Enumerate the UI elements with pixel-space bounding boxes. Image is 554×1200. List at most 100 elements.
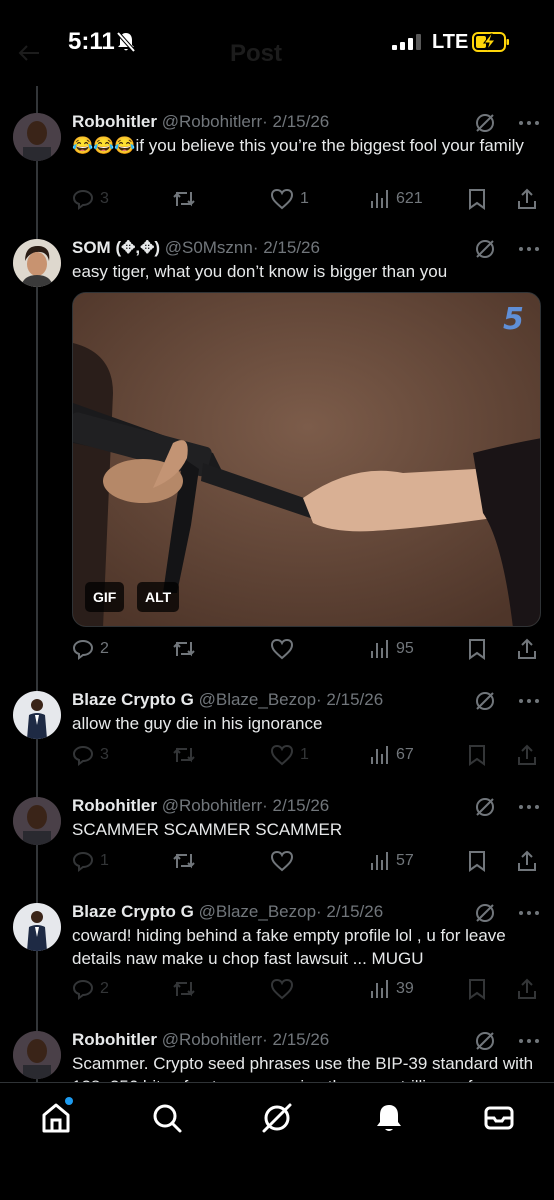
- alt-text-badge[interactable]: ALT: [137, 582, 180, 612]
- repost-icon: [173, 191, 195, 207]
- views-button[interactable]: 621: [370, 186, 423, 212]
- grok-icon[interactable]: [474, 796, 496, 818]
- bookmark-button[interactable]: [468, 976, 486, 1002]
- reply-count: 3: [100, 190, 109, 207]
- heart-icon: [270, 638, 294, 660]
- author-handle[interactable]: @S0Msznn: [165, 238, 253, 257]
- views-button[interactable]: 95: [370, 636, 414, 662]
- author-name[interactable]: SOM (✥,✥): [72, 238, 160, 257]
- home-tab[interactable]: [39, 1097, 73, 1135]
- grok-icon[interactable]: [474, 112, 496, 134]
- reply-button[interactable]: 2: [72, 636, 109, 662]
- author-name[interactable]: Blaze Crypto G: [72, 902, 194, 921]
- like-button[interactable]: [270, 848, 294, 874]
- repost-button[interactable]: [172, 636, 196, 662]
- grok-tab[interactable]: [260, 1101, 294, 1135]
- cell-signal-icon: [392, 34, 421, 50]
- avatar[interactable]: [13, 1031, 61, 1079]
- reply-icon: [72, 189, 94, 210]
- tweet-text: easy tiger, what you don’t know is bigge…: [72, 262, 448, 281]
- author-handle[interactable]: @Blaze_Bezop: [199, 902, 316, 921]
- bookmark-icon: [469, 189, 485, 210]
- share-button[interactable]: [516, 186, 538, 212]
- reply-button[interactable]: 2: [72, 976, 109, 1002]
- grok-icon[interactable]: [474, 690, 496, 712]
- bookmark-icon: [469, 851, 485, 872]
- bookmark-button[interactable]: [468, 848, 486, 874]
- bookmark-button[interactable]: [468, 186, 486, 212]
- avatar[interactable]: [13, 797, 61, 845]
- reply-button[interactable]: 3: [72, 186, 109, 212]
- author-handle[interactable]: @Robohitlerr: [162, 796, 262, 815]
- repost-button[interactable]: [172, 742, 196, 768]
- grok-icon[interactable]: [474, 238, 496, 260]
- author-name[interactable]: Robohitler: [72, 112, 157, 131]
- share-button[interactable]: [516, 976, 538, 1002]
- grok-icon[interactable]: [474, 1030, 496, 1052]
- page-title: Post: [230, 40, 283, 67]
- notifications-tab[interactable]: [372, 1101, 406, 1135]
- gif-media[interactable]: 5 GIF ALT: [72, 292, 541, 627]
- author-name[interactable]: Robohitler: [72, 796, 157, 815]
- gif-frame-image: 5: [73, 293, 540, 626]
- share-button[interactable]: [516, 742, 538, 768]
- author-handle[interactable]: @Blaze_Bezop: [199, 690, 316, 709]
- more-options-icon[interactable]: [518, 1038, 540, 1044]
- repost-icon: [173, 641, 195, 657]
- author-handle[interactable]: @Robohitlerr: [162, 1030, 262, 1049]
- like-button[interactable]: [270, 976, 294, 1002]
- more-options-icon[interactable]: [518, 698, 540, 704]
- more-options-icon[interactable]: [518, 120, 540, 126]
- author-handle[interactable]: @Robohitlerr: [162, 112, 262, 131]
- views-button[interactable]: 67: [370, 742, 414, 768]
- repost-icon: [173, 747, 195, 763]
- repost-button[interactable]: [172, 186, 196, 212]
- views-icon: [371, 852, 388, 870]
- author-name[interactable]: Robohitler: [72, 1030, 157, 1049]
- share-icon: [518, 638, 536, 659]
- tweet[interactable]: Robohitler @Robohitlerr· 2/15/26 Scammer…: [0, 1028, 554, 1082]
- reply-button[interactable]: 1: [72, 848, 109, 874]
- reply-count: 3: [100, 746, 109, 763]
- bookmark-button[interactable]: [468, 742, 486, 768]
- search-tab[interactable]: [150, 1101, 184, 1135]
- avatar[interactable]: [13, 113, 61, 161]
- grok-icon[interactable]: [474, 902, 496, 924]
- repost-icon: [173, 981, 195, 997]
- bottom-tab-bar: [0, 1082, 554, 1200]
- post-date: · 2/15/26: [316, 902, 384, 921]
- avatar[interactable]: [13, 691, 61, 739]
- back-arrow-icon[interactable]: [18, 44, 40, 62]
- view-count: 621: [396, 190, 423, 207]
- author-name[interactable]: Blaze Crypto G: [72, 690, 194, 709]
- repost-button[interactable]: [172, 848, 196, 874]
- bookmark-button[interactable]: [468, 636, 486, 662]
- views-button[interactable]: 39: [370, 976, 414, 1002]
- like-button[interactable]: 1: [270, 186, 309, 212]
- bookmark-icon: [469, 639, 485, 660]
- tweet-text: coward! hiding behind a fake empty profi…: [72, 926, 506, 968]
- share-button[interactable]: [516, 636, 538, 662]
- view-count: 95: [396, 640, 414, 657]
- reply-icon: [72, 745, 94, 766]
- messages-tab[interactable]: [482, 1101, 516, 1135]
- view-count: 39: [396, 980, 414, 997]
- battery-charging-icon: [472, 31, 510, 58]
- more-options-icon[interactable]: [518, 246, 540, 252]
- heart-icon: [270, 978, 294, 1000]
- bookmark-icon: [469, 979, 485, 1000]
- like-button[interactable]: 1: [270, 742, 309, 768]
- more-options-icon[interactable]: [518, 804, 540, 810]
- views-button[interactable]: 57: [370, 848, 414, 874]
- repost-button[interactable]: [172, 976, 196, 1002]
- bell-off-icon: [116, 31, 136, 58]
- post-date: · 2/15/26: [262, 796, 330, 815]
- more-options-icon[interactable]: [518, 910, 540, 916]
- tweet-text: Scammer. Crypto seed phrases use the BIP…: [72, 1054, 534, 1082]
- share-button[interactable]: [516, 848, 538, 874]
- post-date: · 2/15/26: [316, 690, 384, 709]
- reply-button[interactable]: 3: [72, 742, 109, 768]
- avatar[interactable]: [13, 903, 61, 951]
- like-button[interactable]: [270, 636, 294, 662]
- avatar[interactable]: [13, 239, 61, 287]
